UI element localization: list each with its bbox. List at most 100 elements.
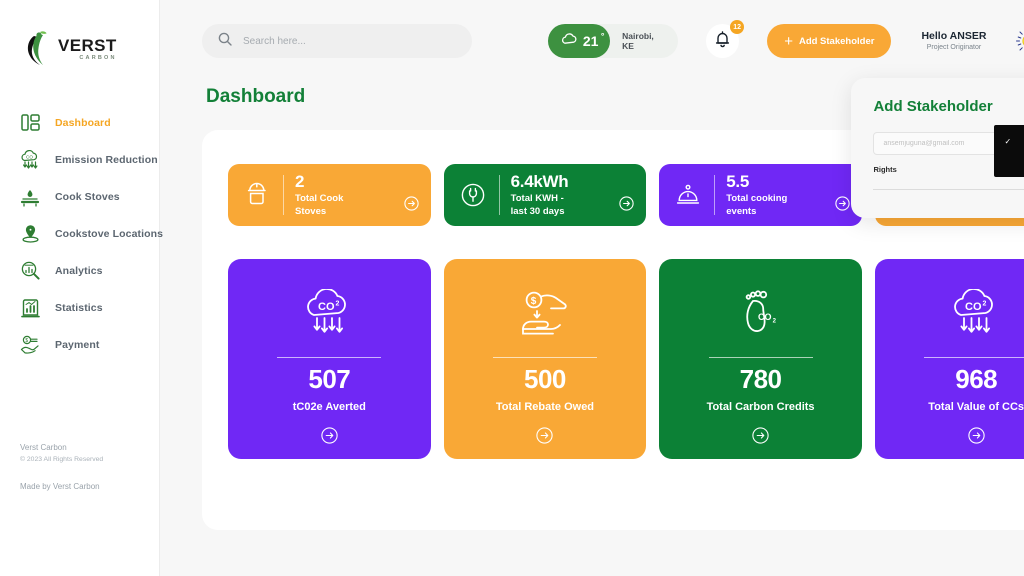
footer-made-by: Made by Verst Carbon [20,482,103,491]
sidebar-item-label: Cook Stoves [55,191,120,203]
sidebar-item-label: Payment [55,339,99,351]
brand-wordmark: VERST CARBON [58,37,117,62]
card-divider [499,175,500,215]
notifications-button[interactable]: 12 [706,24,739,58]
card-label: Total Carbon Credits [707,401,815,413]
dropdown-option-investor[interactable]: ✓ Investor [994,132,1024,151]
sidebar-item-cook-stoves[interactable]: Cook Stoves [0,178,159,215]
card-divider [714,175,715,215]
svg-text:CO: CO [26,155,33,160]
sidebar-item-label: Emission Reduction [55,154,158,166]
sidebar-nav: Dashboard CO Emission Reduction [0,104,159,363]
sidebar-item-label: Dashboard [55,117,111,129]
svg-text:CO: CO [318,301,335,313]
search-input[interactable] [243,36,456,47]
big-stats-row: CO 2 507 tC02e Averted [228,259,1024,459]
sidebar-item-dashboard[interactable]: Dashboard [0,104,159,141]
stat-card-tco2e-averted[interactable]: CO 2 507 tC02e Averted [228,259,431,459]
main-area: 21° Nairobi, KE 12 + Add S [160,0,1024,576]
sidebar-item-label: Statistics [55,302,103,314]
sun-burst-icon[interactable] [1014,26,1024,56]
stat-card-total-carbon-credits[interactable]: CO 2 780 Total Carbon Credits [659,259,862,459]
sidebar-item-statistics[interactable]: Statistics [0,289,159,326]
card-value: 968 [955,364,997,395]
search-icon [218,32,232,51]
card-divider [283,175,284,215]
search-box[interactable] [202,24,472,58]
arrow-right-circle-icon[interactable] [968,427,985,449]
stat-card-total-cook-stoves[interactable]: 2 Total Cook Stoves [228,164,431,226]
cloud-icon [560,32,578,50]
popup-divider [873,189,1024,190]
arrow-right-circle-icon[interactable] [835,196,850,216]
card-value: 507 [308,364,350,395]
user-profile[interactable]: Hello ANSER Project Originator [921,29,986,53]
payment-hand-icon: $ [18,333,42,357]
analytics-magnifier-icon [18,259,42,283]
brand-name: VERST [58,37,117,54]
card-value: 6.4kWh [511,172,569,191]
sidebar-item-analytics[interactable]: Analytics [0,252,159,289]
co2-cloud-icon: CO 2 [298,287,360,343]
stat-card-total-rebate-owed[interactable]: $ 500 Total Reba [444,259,647,459]
svg-text:CO: CO [758,312,772,322]
weather-temp-value: 21° [583,33,599,49]
footer-company: Verst Carbon [20,443,103,452]
notification-badge: 12 [730,20,744,34]
arrow-right-circle-icon[interactable] [321,427,338,449]
add-stakeholder-label: Add Stakeholder [799,36,875,47]
card-label: tC02e Averted [293,401,366,413]
footer-copyright: © 2023 All Rights Reserved [20,456,103,463]
brand-subtitle: CARBON [58,56,117,62]
map-pin-icon [18,222,42,246]
sidebar-item-payment[interactable]: $ Payment [0,326,159,363]
sidebar-footer: Verst Carbon © 2023 All Rights Reserved … [20,443,103,491]
card-label: Total Rebate Owed [496,401,594,413]
card-rule [493,357,597,358]
weather-widget[interactable]: 21° Nairobi, KE [548,24,678,58]
sidebar-item-emission-reduction[interactable]: CO Emission Reduction [0,141,159,178]
card-label: Total Value of CCs [928,401,1024,413]
arrow-right-circle-icon[interactable] [536,427,553,449]
plus-icon: + [784,34,793,49]
cloche-bell-icon [673,179,703,211]
bar-chart-icon [18,296,42,320]
money-hand-icon: $ [516,287,574,343]
card-rule [709,357,813,358]
app-root: VERST CARBON Dashboard [0,0,1024,576]
arrow-right-circle-icon[interactable] [752,427,769,449]
add-stakeholder-button[interactable]: + Add Stakeholder [767,24,891,58]
card-value: 780 [740,364,782,395]
card-rule [924,357,1024,358]
popup-title: Add Stakeholder [873,98,1024,115]
stat-card-total-kwh[interactable]: 6.4kWh Total KWH - last 30 days [444,164,647,226]
svg-text:2: 2 [772,319,776,325]
sidebar-item-cookstove-locations[interactable]: Cookstove Locations [0,215,159,252]
degree-symbol: ° [601,31,605,41]
stat-card-total-value-of-ccs[interactable]: CO 2 968 Total Value of CCs [875,259,1024,459]
rights-dropdown-menu: ✓ Investor VVB [994,125,1024,177]
stat-card-total-cooking-events[interactable]: 5.5 Total cooking events [659,164,862,226]
dashboard-grid-icon [18,111,42,135]
verst-leaf-logo-icon [20,30,54,68]
temp-number: 21 [583,33,599,49]
arrow-right-circle-icon[interactable] [619,196,634,216]
svg-text:$: $ [531,296,537,307]
weather-city: Nairobi, KE [610,31,678,51]
top-header: 21° Nairobi, KE 12 + Add S [160,0,1024,82]
sidebar-item-label: Analytics [55,265,103,277]
card-value: 5.5 [726,172,749,191]
cooking-pot-icon [242,179,272,211]
brand-logo[interactable]: VERST CARBON [0,0,159,68]
add-stakeholder-popup: Add Stakeholder Rights ✓ Investor VVB [851,78,1024,218]
svg-text:2: 2 [983,301,987,308]
co2-cloud-icon: CO [18,148,42,172]
dropdown-option-vvb[interactable]: VVB [994,151,1024,170]
check-icon: ✓ [1004,137,1013,146]
arrow-right-circle-icon[interactable] [404,196,419,216]
co2-cloud-icon: CO 2 [945,287,1007,343]
svg-text:CO: CO [965,301,982,313]
carbon-footprint-icon: CO 2 [736,287,786,343]
bell-icon [714,30,731,53]
card-value: 2 [295,172,304,191]
